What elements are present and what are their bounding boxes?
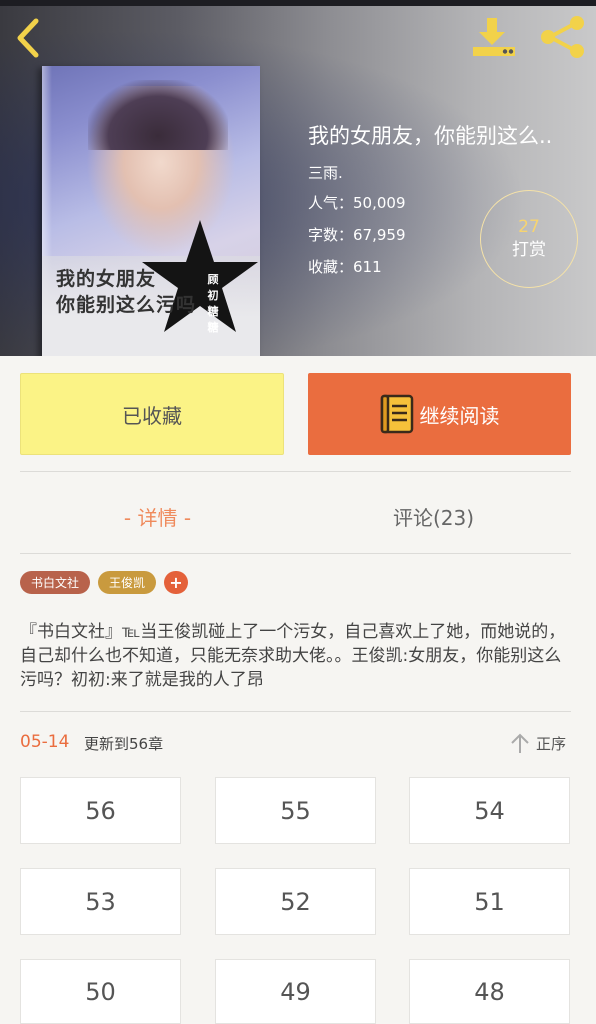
arrow-up-icon (510, 732, 530, 754)
share-button[interactable] (538, 14, 588, 62)
divider (20, 553, 571, 554)
share-icon (541, 16, 584, 58)
book-description: 『书白文社』℡当王俊凯碰上了一个污女，自己喜欢上了她，而她说的，自己却什么也不知… (20, 622, 566, 690)
continue-reading-button[interactable]: 继续阅读 (308, 373, 571, 455)
sort-order-button[interactable]: 正序 (510, 730, 566, 756)
update-date: 05-14 (20, 732, 70, 752)
chapter-button[interactable]: 51 (409, 868, 570, 935)
back-button[interactable] (8, 14, 48, 62)
chapter-button[interactable]: 49 (215, 959, 376, 1024)
tip-label: 打赏 (512, 240, 546, 260)
download-icon (473, 18, 515, 56)
divider (20, 471, 571, 472)
divider (20, 711, 571, 712)
book-author[interactable]: 三雨. (308, 162, 343, 183)
cover-title-line2: 你能别这么污吗 (56, 294, 197, 316)
favorited-button[interactable]: 已收藏 (20, 373, 284, 455)
chevron-left-icon (17, 18, 39, 58)
book-icon (380, 394, 414, 434)
word-count-stat: 字数：67,959 (308, 226, 406, 244)
chapter-button[interactable]: 55 (215, 777, 376, 844)
sort-order-label: 正序 (536, 734, 567, 753)
cover-portrait-hair (88, 80, 228, 150)
update-text: 更新到56章 (84, 735, 164, 753)
favorites-stat: 收藏：611 (308, 258, 382, 276)
add-tag-button[interactable]: + (164, 571, 188, 594)
chapter-button[interactable]: 50 (20, 959, 181, 1024)
tab-comments[interactable]: 评论(23) (296, 496, 571, 536)
chapter-button[interactable]: 48 (409, 959, 570, 1024)
chapter-button[interactable]: 52 (215, 868, 376, 935)
tip-count: 27 (518, 217, 540, 237)
download-button[interactable] (470, 14, 520, 62)
cover-title-line1: 我的女朋友 (56, 268, 157, 290)
cover-title: 我的女朋友 你能别这么污吗 (56, 266, 236, 318)
tag-character[interactable]: 王俊凯 (98, 571, 156, 594)
book-title: 我的女朋友，你能别这么.. (308, 124, 553, 148)
popularity-stat: 人气：50,009 (308, 194, 406, 212)
chapter-button[interactable]: 53 (20, 868, 181, 935)
chapter-button[interactable]: 56 (20, 777, 181, 844)
tab-details[interactable]: - 详情 - (20, 496, 295, 536)
book-header: 顾初糖糖 我的女朋友 你能别这么污吗 我的女朋友，你能别这么.. 三雨. 人气：… (0, 0, 596, 356)
continue-reading-label: 继续阅读 (419, 403, 500, 428)
status-bar (0, 0, 596, 6)
tip-button[interactable]: 27 打赏 (480, 190, 578, 288)
chapter-button[interactable]: 54 (409, 777, 570, 844)
book-cover[interactable]: 顾初糖糖 我的女朋友 你能别这么污吗 (42, 66, 260, 356)
tag-publisher[interactable]: 书白文社 (20, 571, 90, 594)
